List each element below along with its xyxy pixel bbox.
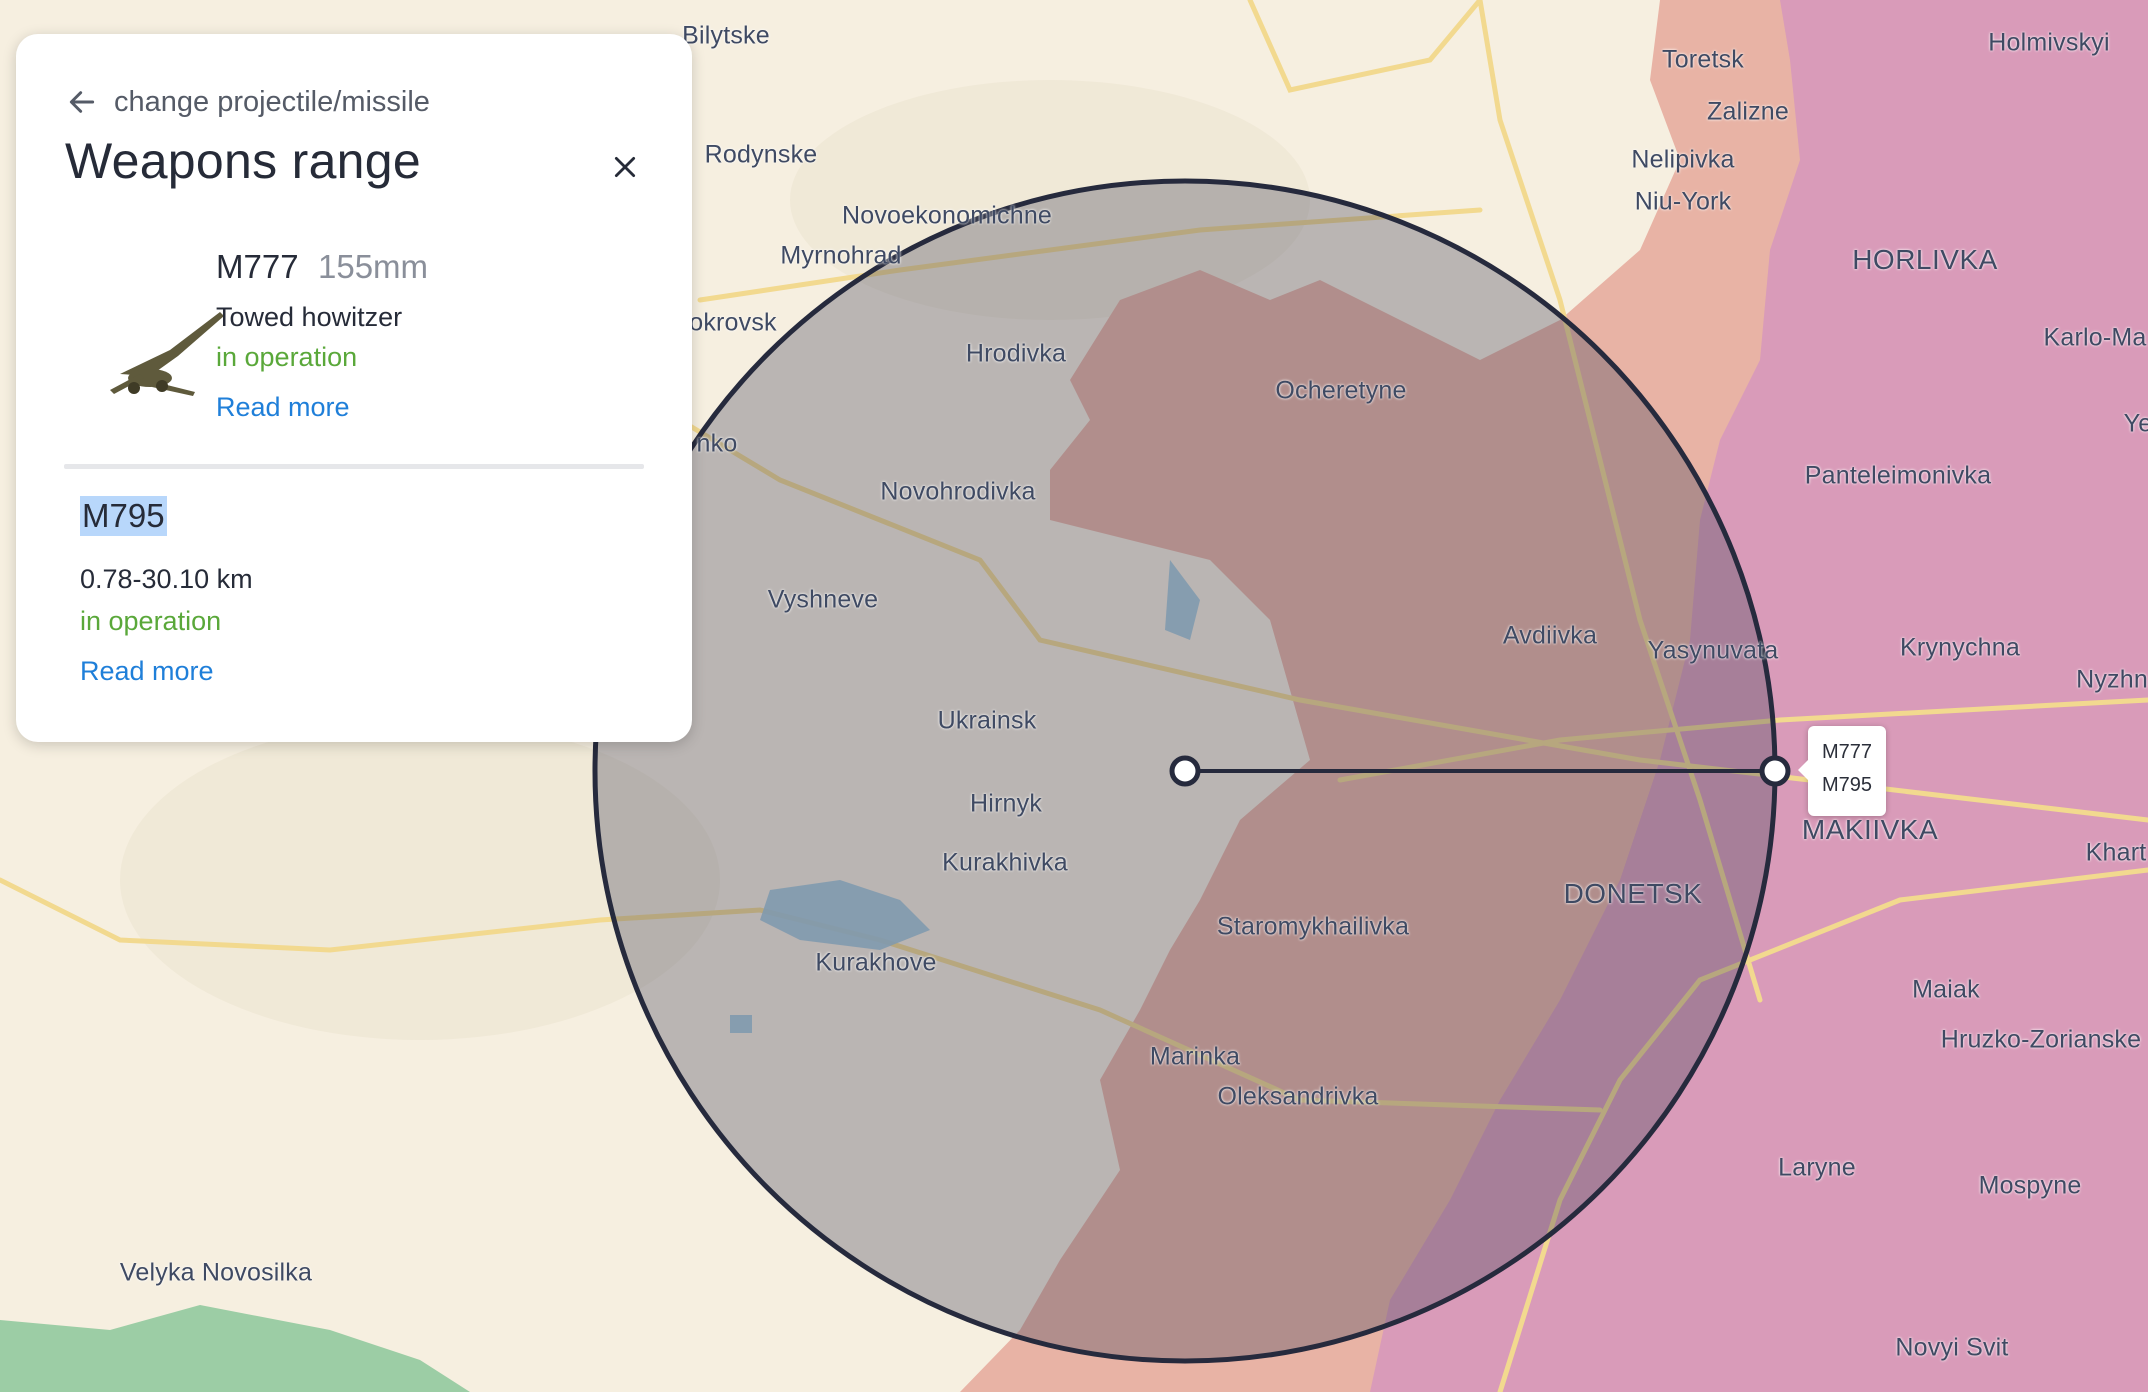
place-label: Toretsk xyxy=(1662,45,1744,74)
place-label: Velyka Novosilka xyxy=(119,1258,313,1287)
place-label: Ocheretyne xyxy=(1275,376,1407,405)
weapon-status: in operation xyxy=(216,342,358,372)
place-label: DONETSK xyxy=(1563,878,1703,909)
place-label: Hruzko-Zorianske xyxy=(1940,1025,2142,1054)
range-tooltip: M777 M795 xyxy=(1798,726,1886,816)
place-label: Mospyne xyxy=(1978,1171,2082,1200)
place-label: Kurakhove xyxy=(815,948,937,977)
place-label: Khart xyxy=(2085,838,2147,867)
close-icon xyxy=(614,156,636,178)
place-label: Laryne xyxy=(1778,1153,1856,1182)
change-projectile-label: change projectile/missile xyxy=(114,85,430,118)
place-label: Novoekonomichne xyxy=(841,201,1053,230)
place-label: Niu-York xyxy=(1634,187,1732,216)
place-label: Ye xyxy=(2123,409,2148,438)
place-label: Novohrodivka xyxy=(880,477,1036,506)
place-label: Holmivskyi xyxy=(1988,28,2110,57)
place-label: Novyi Svit xyxy=(1895,1333,2009,1362)
place-label: Avdiivka xyxy=(1502,621,1598,650)
weapons-range-panel: change projectile/missile Weapons range … xyxy=(16,34,692,742)
weapon-type: Towed howitzer xyxy=(216,302,403,332)
place-label: Hirnyk xyxy=(969,789,1043,818)
place-label: nko xyxy=(696,429,738,458)
place-label: MAKIIVKA xyxy=(1801,814,1939,845)
place-label: Hrodivka xyxy=(965,339,1067,368)
projectile-range: 0.78-30.10 km xyxy=(80,564,253,594)
place-label: Ukrainsk xyxy=(937,706,1037,735)
place-label: Nyzhn xyxy=(2076,665,2148,694)
weapon-caliber: 155mm xyxy=(318,248,429,285)
projectile-status: in operation xyxy=(80,606,222,636)
place-label: Vyshneve xyxy=(767,585,879,614)
place-label: Krynychna xyxy=(1900,633,2020,662)
place-label: Panteleimonivka xyxy=(1804,461,1992,490)
projectile-name: M795 xyxy=(80,496,167,536)
place-label: Staromykhailivka xyxy=(1216,912,1410,941)
center-handle[interactable] xyxy=(1169,755,1201,787)
divider xyxy=(64,464,644,469)
place-label: Kurakhivka xyxy=(942,848,1068,877)
tooltip-weapon: M777 xyxy=(1822,741,1873,763)
projectile-read-more-link[interactable]: Read more xyxy=(80,656,214,687)
place-label: Maiak xyxy=(1912,975,1980,1004)
arrow-left-icon xyxy=(69,91,95,113)
weapon-name: M777 xyxy=(216,248,299,285)
place-label: HORLIVKA xyxy=(1852,244,1998,275)
change-projectile-button[interactable]: change projectile/missile xyxy=(66,82,430,122)
panel-title: Weapons range xyxy=(65,133,421,189)
place-label: Zalizne xyxy=(1707,97,1789,126)
close-button[interactable] xyxy=(602,144,648,190)
place-label: Oleksandrivka xyxy=(1217,1082,1379,1111)
place-label: Karlo-Ma xyxy=(2043,323,2147,352)
weapon-read-more-link[interactable]: Read more xyxy=(216,392,350,423)
place-label: Myrnohrad xyxy=(780,241,902,270)
place-label: Bilytske xyxy=(682,21,770,50)
place-label: Yasynuvata xyxy=(1647,636,1779,665)
place-label: Rodynske xyxy=(704,140,818,169)
howitzer-icon xyxy=(110,312,224,396)
tooltip-projectile: M795 xyxy=(1822,774,1873,796)
radius-handle[interactable] xyxy=(1759,755,1791,787)
place-label: Nelipivka xyxy=(1631,145,1735,174)
place-label: Marinka xyxy=(1149,1042,1241,1071)
place-label: okrovsk xyxy=(689,308,777,337)
